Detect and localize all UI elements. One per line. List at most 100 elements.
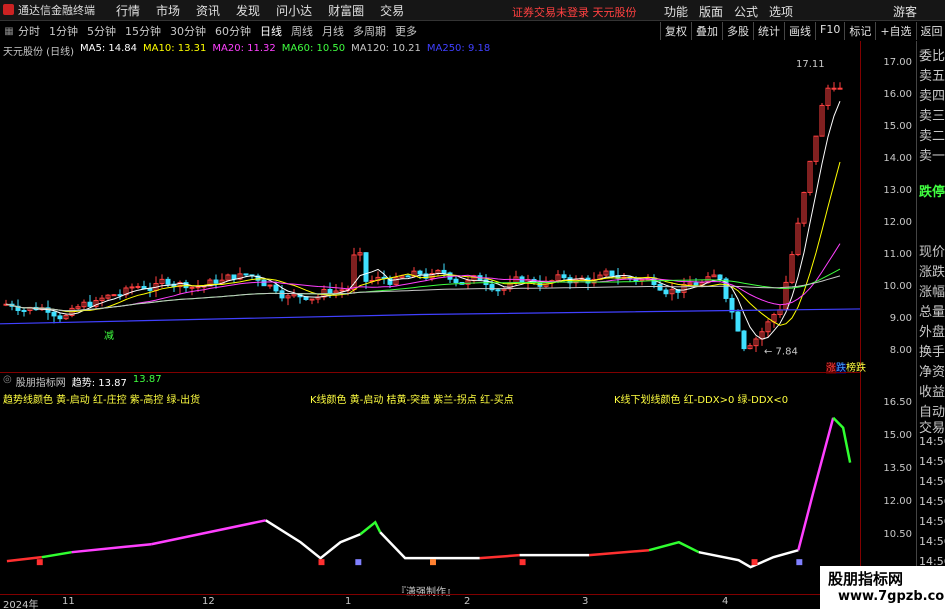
tool-statistics[interactable]: 统计	[753, 22, 784, 40]
period-1min[interactable]: 1分钟	[49, 23, 78, 39]
panel-toggle-icon[interactable]: ▦	[0, 22, 18, 40]
candle-body	[243, 273, 249, 276]
menu-item-market[interactable]: 行情	[116, 2, 140, 19]
kline-marker	[430, 559, 436, 566]
menu-item-function[interactable]: 功能	[664, 3, 688, 20]
period-monthly[interactable]: 月线	[322, 23, 344, 39]
trend-value: 13.87	[132, 374, 162, 385]
candle-body	[147, 288, 153, 291]
price-tick: 12.00	[883, 217, 912, 228]
low-price-label: ← 7.84	[764, 346, 798, 357]
trend-segment	[71, 542, 152, 554]
indicator-axis: 16.50 15.00 13.50 12.00 10.50	[860, 372, 916, 594]
candle-body	[261, 279, 267, 287]
candle-body	[495, 289, 501, 292]
stock-title: 天元股份 (日线)	[3, 47, 74, 58]
trend-segment	[589, 548, 650, 557]
menu-item-options[interactable]: 选项	[769, 3, 793, 20]
quote-label: 涨跌	[919, 265, 945, 280]
menu-item-discover[interactable]: 发现	[236, 2, 260, 19]
ma120-label: MA120: 10.21	[351, 43, 421, 54]
tool-overlay[interactable]: 叠加	[691, 22, 722, 40]
price-tick: 13.00	[883, 185, 912, 196]
candle-body	[267, 284, 273, 287]
kline-marker	[519, 559, 526, 566]
trend-label: 趋势: 13.87	[71, 378, 127, 389]
price-tick: 11.00	[883, 249, 912, 260]
price-tick: 16.00	[883, 89, 912, 100]
watermark-title: 股朋指标网	[828, 570, 904, 588]
tool-draw-line[interactable]: 画线	[784, 22, 815, 40]
menu-right-group: 功能 版面 公式 选项	[664, 3, 804, 20]
kline-marker	[796, 559, 803, 566]
tool-f10[interactable]: F10	[815, 22, 844, 40]
high-price-label: 17.11	[796, 59, 825, 70]
price-tick: 10.00	[883, 281, 912, 292]
menu-item-wealth[interactable]: 财富圈	[328, 2, 364, 19]
trade-time: 14:56	[919, 435, 945, 448]
tool-mark[interactable]: 标记	[844, 22, 875, 40]
period-30min[interactable]: 30分钟	[170, 23, 206, 39]
ind-tick: 12.00	[883, 496, 912, 507]
menu-item-markets[interactable]: 市场	[156, 2, 180, 19]
indicator-header: ◎ 股朋指标网 趋势: 13.87 13.87	[3, 374, 162, 389]
menu-bar: 通达信金融终端 行情 市场 资讯 发现 问小达 财富圈 交易 证券交易未登录 天…	[0, 0, 945, 21]
candle-body	[735, 311, 741, 332]
tool-adjust[interactable]: 复权	[660, 22, 691, 40]
period-60min[interactable]: 60分钟	[215, 23, 251, 39]
quote-label: 涨幅	[919, 285, 945, 300]
ind-tick: 16.50	[883, 397, 912, 408]
indicator-name[interactable]: 股朋指标网	[16, 374, 66, 389]
trend-segment	[265, 519, 361, 560]
quote-label: 卖一	[919, 149, 945, 164]
settings-icon[interactable]: ◎	[3, 374, 12, 389]
quote-label: 卖二	[919, 129, 945, 144]
menu-item-ask[interactable]: 问小达	[276, 2, 312, 19]
menu-item-layout[interactable]: 版面	[699, 3, 723, 20]
candle-body	[231, 274, 237, 280]
guest-user[interactable]: 游客	[893, 3, 917, 20]
limit-down-label: 跌停	[919, 185, 945, 200]
candle-body	[279, 290, 285, 299]
ma10-label: MA10: 13.31	[143, 43, 207, 54]
candle-body	[693, 282, 699, 286]
trend-segment	[648, 540, 700, 554]
desc-trend: 趋势线颜色 黄-启动 红-庄控 紫-高控 绿-出货	[3, 395, 201, 406]
period-multi[interactable]: 多周期	[353, 23, 386, 39]
period-daily[interactable]: 日线	[260, 23, 282, 39]
trend-segment	[41, 550, 72, 559]
period-15min[interactable]: 15分钟	[125, 23, 161, 39]
period-weekly[interactable]: 周线	[291, 23, 313, 39]
candle-body	[87, 301, 93, 307]
candle-body	[51, 311, 57, 317]
trade-time: 14:56	[919, 535, 945, 548]
menu-item-news[interactable]: 资讯	[196, 2, 220, 19]
quote-label: 换手	[919, 345, 945, 360]
quote-label: 卖三	[919, 109, 945, 124]
trade-time: 14:56	[919, 515, 945, 528]
tool-back[interactable]: 返回	[915, 22, 945, 40]
date-tick: 12	[202, 596, 215, 607]
watermark-url: www.7gpzb.com	[838, 589, 945, 604]
trade-label[interactable]: 交易	[919, 417, 945, 436]
quote-label: 委比	[919, 49, 945, 64]
date-tick: 11	[62, 596, 75, 607]
candlestick-chart[interactable]: 17.11 ← 7.84 减	[0, 41, 860, 371]
trade-time: 14:56	[919, 475, 945, 488]
period-more[interactable]: 更多	[395, 23, 417, 39]
ma5-label: MA5: 14.84	[79, 43, 137, 54]
ind-tick: 13.50	[883, 463, 912, 474]
login-status: 证券交易未登录 天元股份	[512, 6, 637, 19]
tool-multi-stock[interactable]: 多股	[722, 22, 753, 40]
candle-body	[417, 270, 423, 275]
trend-segment	[698, 548, 799, 569]
trend-segment	[797, 417, 835, 551]
tool-add-watchlist[interactable]: +自选	[875, 22, 915, 40]
candle-body	[405, 275, 411, 278]
period-5min[interactable]: 5分钟	[87, 23, 116, 39]
price-tick: 15.00	[883, 121, 912, 132]
trend-segment	[6, 555, 42, 563]
menu-item-trade[interactable]: 交易	[380, 2, 404, 19]
menu-item-formula[interactable]: 公式	[734, 3, 758, 20]
period-intraday[interactable]: 分时	[18, 23, 40, 39]
